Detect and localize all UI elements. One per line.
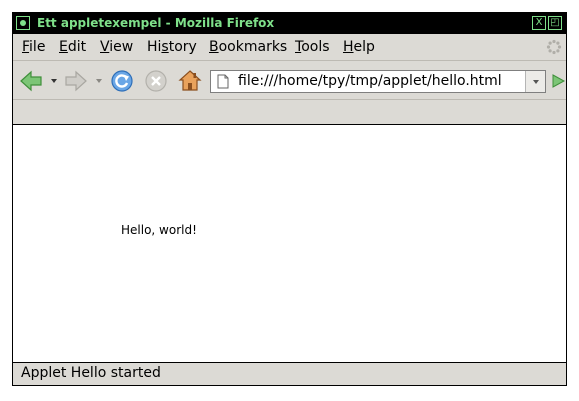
stop-icon — [145, 70, 167, 92]
window-menu-icon[interactable] — [16, 16, 30, 30]
menu-bookmarks[interactable]: Bookmarks — [209, 39, 287, 55]
forward-icon — [65, 70, 87, 92]
menu-help[interactable]: Help — [343, 39, 375, 55]
back-icon[interactable] — [19, 69, 43, 93]
menu-edit-label: dit — [67, 39, 87, 55]
menu-bookmarks-label: ookmarks — [218, 39, 288, 55]
browser-window: Ett appletexempel - Mozilla Firefox X ◰ … — [12, 12, 567, 386]
menu-file-label: ile — [29, 39, 46, 55]
menu-file[interactable]: File — [22, 39, 45, 55]
bookmarks-toolbar — [13, 99, 566, 125]
menu-history-accel: s — [161, 39, 169, 55]
url-history-dropdown[interactable] — [525, 71, 545, 92]
status-text: Applet Hello started — [21, 365, 161, 381]
menu-view-label: iew — [109, 39, 134, 55]
menu-edit-accel: E — [59, 39, 68, 55]
home-icon[interactable] — [178, 69, 202, 93]
menu-tools-label: ools — [301, 39, 330, 55]
menu-history-label: tory — [168, 39, 197, 55]
applet-output-text: Hello, world! — [121, 223, 197, 237]
url-bar[interactable]: file:///home/tpy/tmp/applet/hello.html — [210, 70, 546, 93]
chevron-down-icon — [533, 80, 539, 84]
page-icon — [217, 74, 229, 89]
url-text[interactable]: file:///home/tpy/tmp/applet/hello.html — [238, 73, 502, 89]
menu-bar: File Edit View History Bookmarks Tools H… — [13, 34, 566, 60]
close-button[interactable]: X — [532, 16, 546, 30]
window-title: Ett appletexempel - Mozilla Firefox — [37, 16, 275, 30]
menu-tools[interactable]: Tools — [295, 39, 330, 55]
maximize-button[interactable]: ◰ — [548, 16, 562, 30]
menu-bookmarks-accel: B — [209, 39, 219, 55]
menu-view[interactable]: View — [100, 39, 133, 55]
menu-view-accel: V — [100, 39, 110, 55]
throbber-icon — [546, 39, 562, 55]
menu-file-accel: F — [22, 39, 30, 55]
go-button-icon[interactable] — [550, 73, 566, 89]
forward-history-dropmarker — [96, 79, 102, 83]
reload-icon[interactable] — [110, 69, 134, 93]
page-content: Hello, world! — [13, 125, 566, 362]
back-history-dropmarker[interactable] — [50, 78, 58, 84]
menu-help-accel: H — [343, 39, 354, 55]
menu-history[interactable]: History — [147, 39, 197, 55]
status-bar: Applet Hello started — [13, 362, 566, 385]
navigation-toolbar: file:///home/tpy/tmp/applet/hello.html — [13, 60, 566, 98]
menu-history-pre: Hi — [147, 39, 162, 55]
menu-help-label: elp — [353, 39, 375, 55]
title-bar[interactable]: Ett appletexempel - Mozilla Firefox X ◰ — [13, 13, 566, 34]
menu-edit[interactable]: Edit — [59, 39, 86, 55]
